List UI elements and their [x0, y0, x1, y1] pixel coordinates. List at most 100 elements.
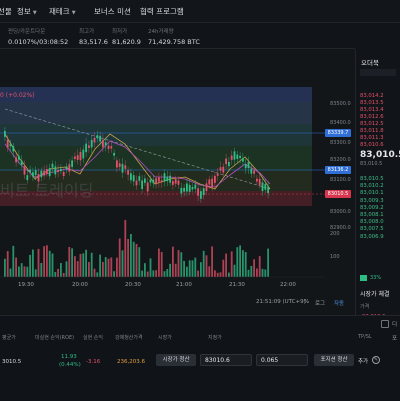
volume-bar [23, 266, 26, 277]
stat-low: 최저가 81,620.9 [112, 29, 141, 46]
price-chart[interactable]: 0 (+0.02%) 비트 트레이딩 83500.0 83400.0 83300… [0, 49, 355, 315]
volume-bar [46, 245, 48, 277]
price-axis-label: 83500.0 [330, 101, 351, 107]
volume-bar [183, 260, 185, 277]
positions-panel: 디 포 평균가 미실현 손익(ROE) 실현 손익 강제청산가격 시장가 지정가… [0, 315, 400, 401]
limit-close-button[interactable]: 포지션 청산 [314, 354, 354, 366]
percent-toggle[interactable]: % [304, 299, 309, 305]
orderbook-bid-row[interactable]: 83,007.5 [360, 226, 384, 232]
candle-body [208, 179, 211, 185]
checkbox-icon[interactable] [381, 320, 389, 328]
orderbook-ask-row[interactable]: 83,014.2 [360, 93, 384, 99]
nav-bonus-mission[interactable]: 보너스 미션 [94, 6, 131, 17]
volume-bar [146, 271, 149, 277]
volume-bar [144, 263, 146, 277]
orderbook-bid-row[interactable]: 83,008.0 [360, 219, 384, 225]
orderbook-bid-row[interactable]: 83,009.2 [360, 205, 384, 211]
volume-bar [132, 241, 135, 277]
limit-price-input[interactable]: 83010.6 [200, 354, 252, 366]
candle-body [188, 184, 191, 192]
volume-bar [222, 259, 225, 277]
col-realized-pnl: 실현 손익 [83, 335, 103, 341]
volume-bar [65, 261, 68, 277]
chart-clock: 21:51:09 (UTC+9) [256, 299, 306, 305]
volume-bar [127, 238, 129, 277]
volume-bar [191, 260, 194, 277]
candle-body [130, 173, 132, 181]
candle-body [88, 145, 90, 148]
candle-body [51, 163, 54, 168]
nav-futures[interactable]: 선물 [0, 6, 12, 17]
candle-body [6, 139, 9, 148]
orderbook-ask-row[interactable]: 83,012.5 [360, 121, 384, 127]
band-1 [0, 87, 312, 102]
log-toggle[interactable]: 로그 [315, 299, 325, 307]
orderbook-title: 오더북 [361, 59, 379, 67]
volume-bar [163, 271, 166, 277]
candle-body [138, 176, 141, 181]
candle-body [183, 187, 185, 192]
candle-body [141, 180, 143, 190]
orderbook-bid-row[interactable]: 83,009.3 [360, 198, 384, 204]
candle-body [20, 160, 23, 165]
time-axis-label: 20:30 [125, 282, 141, 288]
candle-body [76, 155, 79, 160]
auto-toggle[interactable]: 자동 [334, 299, 344, 307]
volume-bar [202, 250, 205, 277]
candle-body [169, 175, 171, 183]
volume-bar [174, 263, 177, 277]
nav-invest[interactable]: 재테크 ▼ [49, 6, 76, 17]
time-axis-label: 21:00 [176, 282, 192, 288]
orderbook-bid-row[interactable]: 83,010.2 [360, 183, 384, 189]
candle-body [60, 168, 62, 172]
col-unrealized-pnl: 미실현 손익(ROE) [35, 335, 75, 341]
volume-bar [82, 253, 85, 277]
candle-body [23, 166, 26, 175]
orderbook-ask-row[interactable]: 83,012.6 [360, 114, 384, 120]
volume-bar [230, 251, 233, 277]
orderbook-ask-row[interactable]: 83,010.6 [360, 142, 384, 148]
volume-bar [113, 271, 115, 277]
orderbook-bid-row[interactable]: 83,010.1 [360, 190, 384, 196]
candle-body [34, 170, 37, 176]
edit-icon[interactable]: ✎ [372, 356, 380, 364]
orderbook-ask-row[interactable]: 83,011.3 [360, 135, 384, 141]
ratio-bar-icon [360, 275, 367, 281]
volume-bar [62, 272, 65, 277]
orderbook-bid-row[interactable]: 83,006.9 [360, 234, 384, 240]
volume-bar [141, 270, 143, 277]
volume-bar [57, 268, 59, 277]
volume-bar [124, 219, 127, 277]
volume-bar [79, 254, 82, 277]
nav-info[interactable]: 정보 ▼ [17, 6, 37, 17]
orderbook-ask-row[interactable]: 83,013.5 [360, 100, 384, 106]
add-tpsl-button[interactable]: 추가 [358, 357, 368, 365]
volume-bar [26, 266, 29, 277]
volume-bar [68, 246, 71, 277]
col-tpsl: TP/SL [358, 334, 372, 340]
candle-body [102, 139, 104, 148]
orderbook-ask-row[interactable]: 83,011.8 [360, 128, 384, 134]
orderbook-bid-row[interactable]: 83,008.1 [360, 212, 384, 218]
price-axis-label: 83100.0 [330, 177, 351, 183]
volume-bar [135, 244, 138, 277]
volume-bar [186, 266, 188, 277]
market-close-button[interactable]: 시장가 청산 [156, 354, 196, 366]
candle-body [186, 183, 188, 192]
candle-body [250, 168, 253, 174]
orderbook-ask-row[interactable]: 83,013.4 [360, 107, 384, 113]
volume-bar [228, 272, 230, 277]
candle-body [82, 149, 85, 159]
nav-partner-program[interactable]: 협력 프로그램 [140, 6, 184, 17]
volume-bar [180, 252, 183, 277]
orderbook-bid-row[interactable]: 83,010.5 [360, 176, 384, 182]
candle-body [57, 169, 59, 173]
volume-bar [138, 247, 141, 277]
volume-bar [239, 245, 241, 277]
candle-body [79, 151, 82, 161]
quantity-input[interactable]: 0.065 [256, 354, 308, 366]
volume-bar [118, 238, 121, 277]
candle-body [18, 155, 20, 160]
position-liquidation-price: 236,203.6 [117, 359, 145, 365]
volume-bar [9, 268, 12, 277]
